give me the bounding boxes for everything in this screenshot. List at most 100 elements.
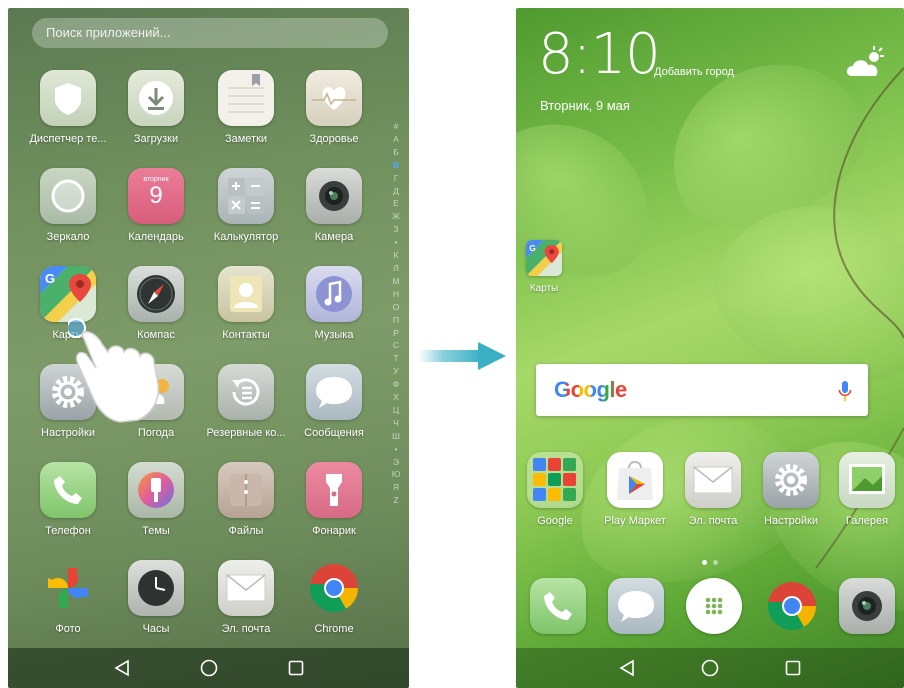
alphabet-letter[interactable]: А [389,133,403,146]
app-task-manager[interactable]: Диспетчер те... [22,70,114,145]
home-gallery[interactable]: Галерея [828,452,904,527]
date-label: Вторник, 9 мая [540,98,630,113]
weather-sun-cloud-icon[interactable] [844,44,888,78]
app-photos[interactable]: Фото [22,560,114,635]
app-themes[interactable]: Темы [110,462,202,537]
alphabet-letter[interactable]: З [389,223,403,236]
app-health[interactable]: Здоровье [288,70,380,145]
home-button[interactable] [699,657,721,679]
app-label: Музыка [314,329,354,341]
app-backup[interactable]: Резервные ко... [200,364,292,439]
chrome-icon [306,560,362,616]
dock-app-drawer[interactable] [675,578,753,634]
svg-text:G: G [45,271,55,286]
app-camera[interactable]: Камера [288,168,380,243]
app-label: Play Маркет [604,515,666,527]
dock-phone[interactable] [519,578,597,634]
back-button[interactable] [616,657,638,679]
alphabet-letter[interactable]: Л [389,262,403,275]
app-label: Зеркало [46,231,90,243]
alphabet-letter[interactable]: Ю [389,468,403,481]
alphabet-letter[interactable]: К [389,249,403,262]
alphabet-letter[interactable]: Э [389,456,403,469]
app-label: Сообщения [304,427,364,439]
app-label: Календарь [128,231,184,243]
alphabet-index[interactable]: # А Б В Г Д Е Ж З • К Л М Н О П Р С Т У Ф Х Ц Ч Ш • Э Ю Я Z [389,120,403,507]
alphabet-letter[interactable]: М [389,275,403,288]
app-chrome[interactable]: Chrome [288,560,380,635]
dock-camera[interactable] [828,578,904,634]
alphabet-letter[interactable]: Z [389,494,403,507]
tap-hand-icon [68,318,160,423]
alphabet-letter[interactable]: # [389,120,403,133]
app-calculator[interactable]: Калькулятор [200,168,292,243]
home-google-folder[interactable]: Google [516,452,594,527]
app-files[interactable]: Файлы [200,462,292,537]
themes-icon [128,462,184,518]
alphabet-letter[interactable]: • [389,236,403,249]
flashlight-icon [306,462,362,518]
navigation-bar [516,648,904,688]
app-music[interactable]: Музыка [288,266,380,341]
app-phone[interactable]: Телефон [22,462,114,537]
app-notes[interactable]: Заметки [200,70,292,145]
app-clock[interactable]: Часы [110,560,202,635]
alphabet-letter[interactable]: Х [389,391,403,404]
alphabet-letter[interactable]: Ш [389,430,403,443]
files-icon [218,462,274,518]
alphabet-letter[interactable]: У [389,365,403,378]
recents-button[interactable] [285,657,307,679]
alphabet-letter[interactable]: П [389,314,403,327]
backup-icon [218,364,274,420]
phone-icon [530,578,586,634]
google-logo: Google [554,377,627,402]
alphabet-letter[interactable]: В [389,159,403,172]
email-icon [218,560,274,616]
home-screen: 8:10 Добавить город Вторник, 9 мая G Кар… [516,8,904,688]
alphabet-letter[interactable]: Я [389,481,403,494]
alphabet-letter[interactable]: • [389,443,403,456]
app-calendar[interactable]: вторник 9 Календарь [110,168,202,243]
clock-icon [128,560,184,616]
dock-messages[interactable] [597,578,675,634]
alphabet-letter[interactable]: Д [389,185,403,198]
app-mirror[interactable]: Зеркало [22,168,114,243]
clock-time[interactable]: 8:10 [538,22,661,87]
home-play-store[interactable]: Play Маркет [596,452,674,527]
home-settings[interactable]: Настройки [752,452,830,527]
app-flashlight[interactable]: Фонарик [288,462,380,537]
alphabet-letter[interactable]: Ф [389,378,403,391]
back-button[interactable] [111,657,133,679]
alphabet-letter[interactable]: Е [389,197,403,210]
messages-icon [608,578,664,634]
microphone-icon[interactable] [838,380,852,402]
music-icon [306,266,362,322]
app-downloads[interactable]: Загрузки [110,70,202,145]
alphabet-letter[interactable]: Н [389,288,403,301]
home-email[interactable]: Эл. почта [674,452,752,527]
home-button[interactable] [198,657,220,679]
alphabet-letter[interactable]: Ж [389,210,403,223]
alphabet-letter[interactable]: С [389,339,403,352]
alphabet-letter[interactable]: Ц [389,404,403,417]
alphabet-letter[interactable]: Т [389,352,403,365]
app-email[interactable]: Эл. почта [200,560,292,635]
app-contacts[interactable]: Контакты [200,266,292,341]
dock-chrome[interactable] [753,578,831,634]
alphabet-letter[interactable]: Г [389,172,403,185]
app-label: Калькулятор [213,231,279,243]
svg-text:G: G [529,243,536,253]
app-messages[interactable]: Сообщения [288,364,380,439]
recents-button[interactable] [782,657,804,679]
home-maps-shortcut[interactable]: G Карты [516,240,574,294]
app-label: Chrome [314,623,354,635]
calendar-icon: вторник 9 [128,168,184,224]
alphabet-letter[interactable]: Б [389,146,403,159]
alphabet-letter[interactable]: Р [389,327,403,340]
alphabet-letter[interactable]: Ч [389,417,403,430]
add-city-link[interactable]: Добавить город [654,66,734,78]
alphabet-letter[interactable]: О [389,301,403,314]
google-search-bar[interactable]: Google [536,364,868,416]
app-label: Google [537,515,573,527]
search-input[interactable]: Поиск приложений... [32,18,388,48]
